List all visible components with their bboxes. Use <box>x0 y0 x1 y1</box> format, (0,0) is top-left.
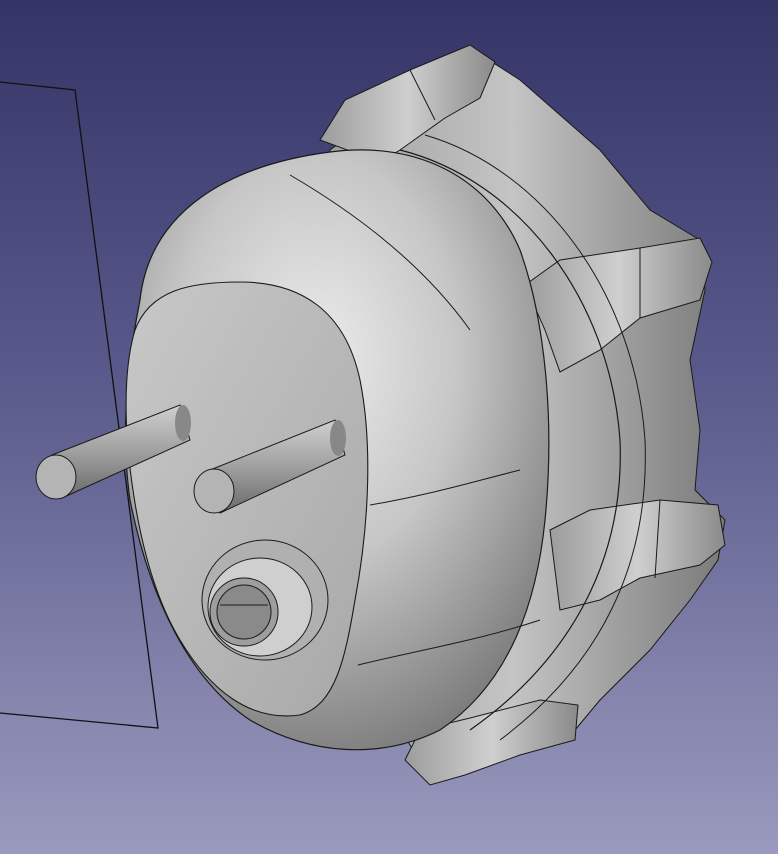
3d-viewport[interactable] <box>0 0 778 854</box>
3d-scene[interactable] <box>0 0 778 854</box>
cable-boss[interactable] <box>201 539 329 661</box>
